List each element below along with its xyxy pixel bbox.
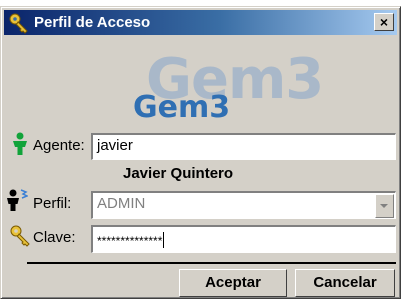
cancel-button[interactable]: Cancelar [295,269,395,297]
accept-button[interactable]: Aceptar [179,269,287,297]
chevron-down-icon [380,204,388,208]
agent-full-name: Javier Quintero [123,165,234,182]
keys-icon [9,13,28,34]
password-input[interactable]: ************** [91,225,396,253]
text-cursor [163,232,165,248]
password-input-value: ************** [97,234,163,248]
password-label: Clave: [33,229,76,246]
login-dialog: Perfil de Acceso × Gem3 Gem3 Agente: jav… [0,6,401,299]
close-button[interactable]: × [374,13,394,31]
agent-label: Agente: [33,137,85,154]
separator [27,262,396,264]
key-icon [10,225,30,247]
profile-icon [7,189,28,211]
logo-text: Gem3 [133,90,231,125]
agent-icon [13,132,27,155]
profile-select[interactable]: ADMIN [91,191,396,219]
agent-input-value: javier [97,137,133,154]
profile-dropdown-button[interactable] [375,194,394,218]
agent-input[interactable]: javier [91,133,396,160]
title-bar[interactable]: Perfil de Acceso × [4,10,397,35]
profile-select-value: ADMIN [97,195,146,212]
window-title: Perfil de Acceso [34,14,151,31]
close-icon: × [379,14,389,30]
profile-label: Perfil: [33,195,72,212]
